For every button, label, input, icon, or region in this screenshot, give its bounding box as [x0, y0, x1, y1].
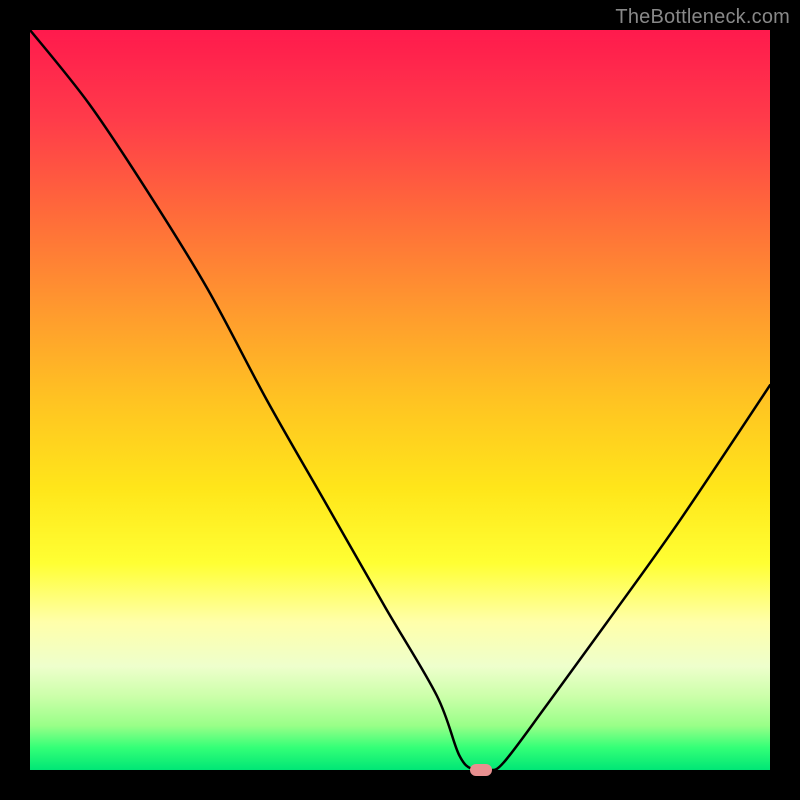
optimal-marker	[470, 764, 492, 776]
plot-area	[30, 30, 770, 770]
bottleneck-chart: TheBottleneck.com	[0, 0, 800, 800]
watermark-text: TheBottleneck.com	[615, 6, 790, 29]
curve-path	[30, 30, 770, 770]
bottleneck-curve	[30, 30, 770, 770]
